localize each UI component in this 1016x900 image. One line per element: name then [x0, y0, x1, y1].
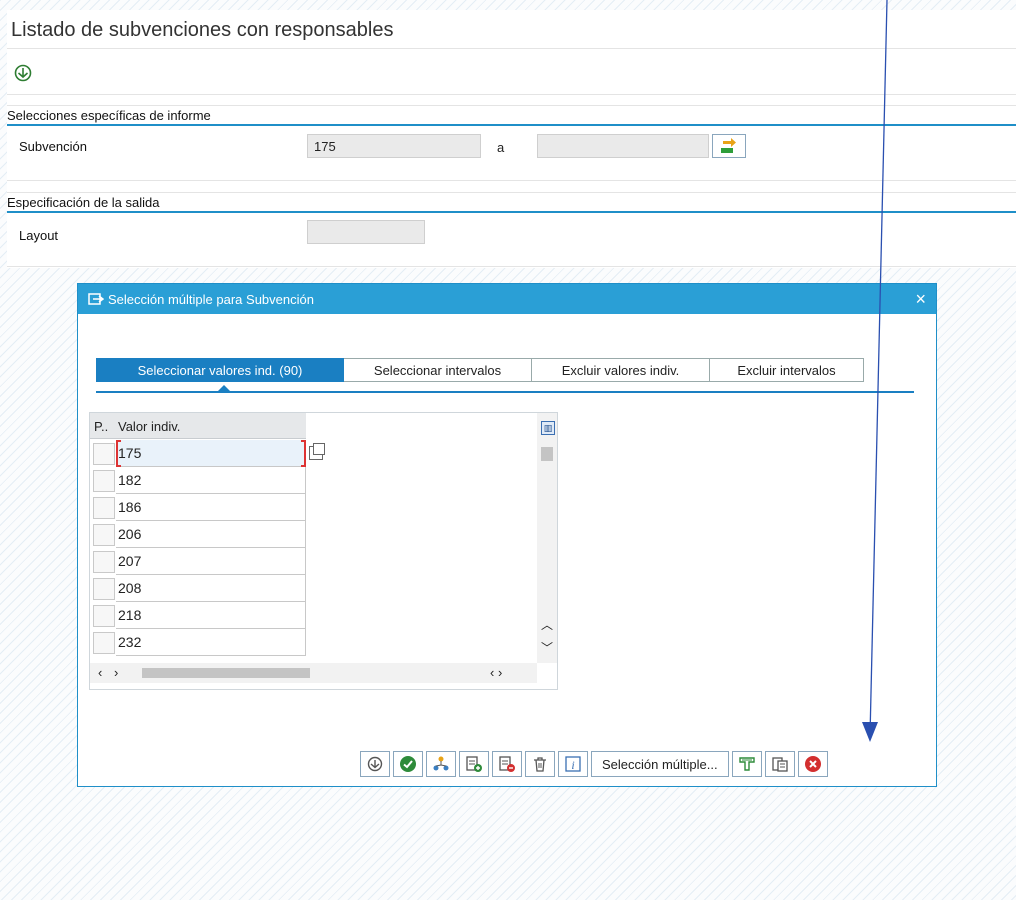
confirm-button[interactable] — [393, 751, 423, 777]
filter-button[interactable] — [731, 751, 762, 777]
value-cell[interactable]: 218 — [116, 602, 306, 629]
trash-icon — [534, 757, 546, 772]
row-selector[interactable] — [93, 551, 115, 573]
insert-row-icon — [466, 756, 482, 772]
info-button[interactable]: i — [558, 751, 588, 777]
filter-icon — [738, 757, 755, 771]
delete-row-icon — [499, 756, 515, 772]
multiple-selection-text-button[interactable]: Selección múltiple... — [591, 751, 729, 777]
table-row[interactable]: 208 — [90, 575, 306, 602]
multiple-selection-dialog: Selección múltiple para Subvención × Sel… — [77, 283, 937, 787]
scroll-up-icon[interactable]: ︿ — [537, 616, 557, 633]
output-group-heading: Especificación de la salida — [7, 195, 160, 210]
page-title: Listado de subvenciones con responsables — [11, 19, 394, 41]
scroll-left-right-icon[interactable]: ‹ › — [490, 665, 502, 680]
dialog-window-icon — [88, 293, 104, 305]
horizontal-scrollbar[interactable]: ‹ › ‹ › — [90, 663, 537, 683]
dialog-header: Selección múltiple para Subvención × — [78, 284, 936, 314]
row-selector[interactable] — [93, 605, 115, 627]
divider — [7, 180, 1016, 181]
column-header-p[interactable]: P.. — [94, 419, 108, 434]
divider — [7, 266, 1016, 267]
multiple-selection-arrow-icon — [721, 138, 736, 153]
group-underline — [7, 211, 1016, 213]
value-cell[interactable]: 175 — [116, 440, 306, 467]
insert-row-button[interactable] — [459, 751, 489, 777]
tab-select-single-values[interactable]: Seleccionar valores ind. (90) — [96, 358, 344, 382]
table-row[interactable]: 218 — [90, 602, 306, 629]
delete-all-button[interactable] — [525, 751, 555, 777]
divider — [7, 105, 1016, 106]
cancel-button[interactable] — [797, 751, 828, 777]
subvencion-to-input[interactable] — [537, 134, 709, 158]
report-selection-screen: Listado de subvenciones con responsables… — [7, 10, 1016, 268]
value-cell[interactable]: 232 — [116, 629, 306, 656]
group-underline — [7, 124, 1016, 126]
tab-select-intervals[interactable]: Seleccionar intervalos — [344, 358, 532, 382]
layout-input[interactable] — [307, 220, 425, 244]
delete-row-button[interactable] — [492, 751, 522, 777]
scroll-right-icon[interactable]: › — [114, 665, 118, 680]
row-selector[interactable] — [93, 470, 115, 492]
value-help-icon[interactable] — [309, 443, 325, 460]
execute-icon[interactable] — [13, 63, 33, 83]
row-selector[interactable] — [93, 578, 115, 600]
dialog-title: Selección múltiple para Subvención — [108, 291, 314, 307]
cancel-icon — [804, 756, 821, 772]
execute-icon — [367, 756, 383, 772]
table-row[interactable]: 232 — [90, 629, 306, 656]
vertical-scrollbar[interactable]: ▥ ︿ ﹀ — [537, 413, 557, 663]
table-header: P.. Valor indiv. — [90, 413, 306, 439]
row-selector[interactable] — [93, 632, 115, 654]
tab-underline — [96, 391, 914, 393]
dialog-toolbar: i Selección múltiple... — [360, 751, 828, 777]
value-cell[interactable]: 206 — [116, 521, 306, 548]
value-cell[interactable]: 208 — [116, 575, 306, 602]
table-row[interactable]: 175 — [90, 440, 325, 467]
row-selector[interactable] — [93, 497, 115, 519]
scroll-left-icon[interactable]: ‹ — [98, 665, 102, 680]
checkmark-icon — [400, 756, 416, 772]
divider — [7, 48, 1016, 49]
subvencion-label: Subvención — [19, 139, 87, 154]
table-row[interactable]: 186 — [90, 494, 306, 521]
values-table: P.. Valor indiv. 175 182 186 206 207 208… — [89, 412, 558, 690]
focus-bracket — [301, 440, 306, 467]
tab-exclude-intervals[interactable]: Excluir intervalos — [710, 358, 864, 382]
value-cell[interactable]: 207 — [116, 548, 306, 575]
multiple-selection-button[interactable] — [712, 134, 746, 158]
execute-button[interactable] — [360, 751, 390, 777]
tab-strip: Seleccionar valores ind. (90) Selecciona… — [96, 358, 864, 382]
scroll-thumb[interactable] — [541, 447, 553, 461]
table-row[interactable]: 206 — [90, 521, 306, 548]
upload-from-clipboard-button[interactable] — [764, 751, 795, 777]
scroll-down-icon[interactable]: ﹀ — [537, 639, 557, 656]
subvencion-from-input[interactable]: 175 — [307, 134, 481, 158]
column-header-value[interactable]: Valor indiv. — [118, 419, 180, 434]
tab-exclude-single-values[interactable]: Excluir valores indiv. — [532, 358, 710, 382]
selection-group-heading: Selecciones específicas de informe — [7, 108, 211, 123]
table-row[interactable]: 207 — [90, 548, 306, 575]
value-cell[interactable]: 182 — [116, 467, 306, 494]
clipboard-icon — [771, 757, 788, 772]
svg-text:i: i — [571, 758, 574, 772]
row-selector[interactable] — [93, 443, 115, 465]
row-selector[interactable] — [93, 524, 115, 546]
focus-bracket — [116, 440, 121, 467]
value-cell[interactable]: 186 — [116, 494, 306, 521]
check-entries-button[interactable] — [426, 751, 456, 777]
divider — [7, 94, 1016, 95]
divider — [7, 192, 1016, 193]
table-row[interactable]: 182 — [90, 467, 306, 494]
range-to-label: a — [497, 140, 505, 155]
column-settings-icon[interactable]: ▥ — [541, 421, 555, 435]
info-icon: i — [565, 756, 581, 772]
layout-label: Layout — [19, 228, 59, 243]
close-icon[interactable]: × — [915, 289, 926, 309]
scroll-thumb[interactable] — [142, 668, 310, 678]
hierarchy-icon — [433, 756, 449, 771]
